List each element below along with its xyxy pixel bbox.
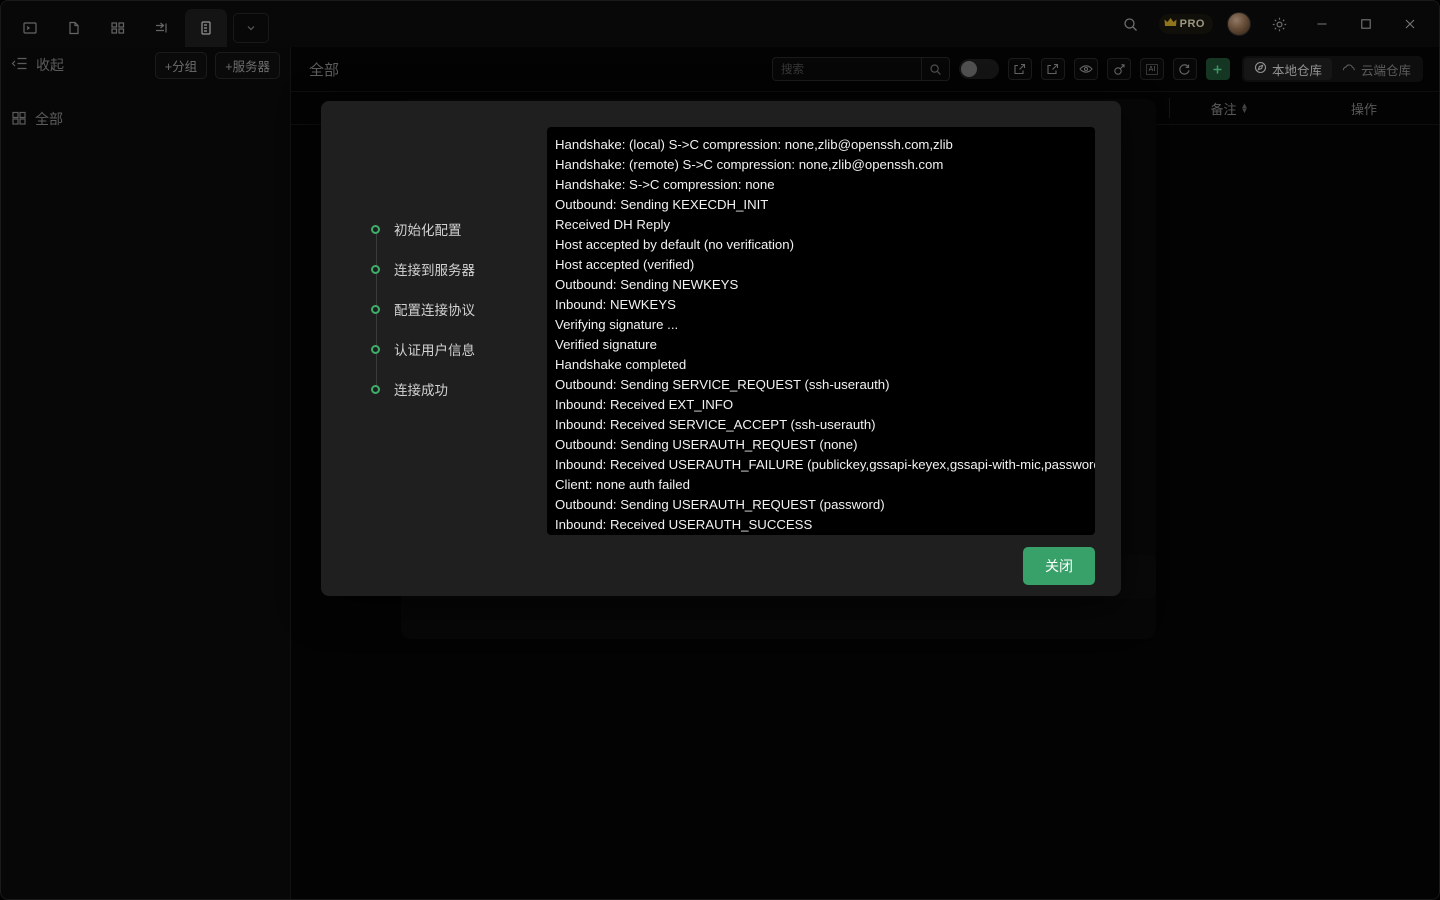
step-label: 连接成功 [394, 383, 448, 398]
log-line: Handshake: (remote) S->C compression: no… [555, 157, 944, 172]
log-line: Outbound: Sending NEWKEYS [555, 277, 739, 292]
log-line: Inbound: NEWKEYS [555, 297, 676, 312]
log-line: Verified signature [555, 337, 657, 352]
step-label: 配置连接协议 [394, 303, 475, 318]
step-status-dot [371, 264, 380, 274]
step-item: 认证用户信息 [347, 329, 547, 369]
log-line: Host accepted by default (no verificatio… [555, 237, 794, 252]
log-line: Handshake: S->C compression: none [555, 177, 775, 192]
log-line: Outbound: Sending SERVICE_REQUEST (ssh-u… [555, 377, 890, 392]
log-line: Outbound: Sending USERAUTH_REQUEST (pass… [555, 497, 885, 512]
step-item: 初始化配置 [347, 209, 547, 249]
step-item: 配置连接协议 [347, 289, 547, 329]
log-line: Inbound: Received USERAUTH_SUCCESS [555, 517, 813, 532]
step-status-dot [371, 224, 380, 234]
dialog-body: 初始化配置 连接到服务器 配置连接协议 认证用户信息 连接成功 Handshak… [321, 101, 1121, 535]
log-line: Handshake: (local) S->C compression: non… [555, 137, 953, 152]
log-line: Handshake completed [555, 357, 687, 372]
log-line: Host accepted (verified) [555, 257, 695, 272]
step-label: 初始化配置 [394, 223, 462, 238]
log-line: Verifying signature ... [555, 317, 679, 332]
step-status-dot [371, 304, 380, 314]
log-line: Outbound: Sending KEXECDH_INIT [555, 197, 769, 212]
step-item: 连接到服务器 [347, 249, 547, 289]
connection-log-output[interactable]: Handshake: (local) S->C compression: non… [547, 127, 1095, 535]
close-button[interactable]: 关闭 [1023, 546, 1095, 585]
log-line: Client: none auth failed [555, 477, 690, 492]
step-item: 连接成功 [347, 369, 547, 409]
app-window: PRO 收起 +分组 +服务器 全部 全部 搜索 AI 本地仓库 云端仓库 备注… [0, 0, 1440, 900]
log-line: Inbound: Received EXT_INFO [555, 397, 734, 412]
log-line: Inbound: Received USERAUTH_FAILURE (publ… [555, 457, 1095, 472]
step-status-dot [371, 384, 380, 394]
connection-log-dialog: 初始化配置 连接到服务器 配置连接协议 认证用户信息 连接成功 Handshak… [321, 101, 1121, 596]
dialog-footer: 关闭 [321, 535, 1121, 596]
log-line: Inbound: Received SERVICE_ACCEPT (ssh-us… [555, 417, 876, 432]
step-label: 认证用户信息 [394, 343, 475, 358]
connection-steps: 初始化配置 连接到服务器 配置连接协议 认证用户信息 连接成功 [347, 127, 547, 535]
log-line: Received DH Reply [555, 217, 671, 232]
step-label: 连接到服务器 [394, 263, 475, 278]
step-status-dot [371, 344, 380, 354]
log-line: Outbound: Sending USERAUTH_REQUEST (none… [555, 437, 858, 452]
